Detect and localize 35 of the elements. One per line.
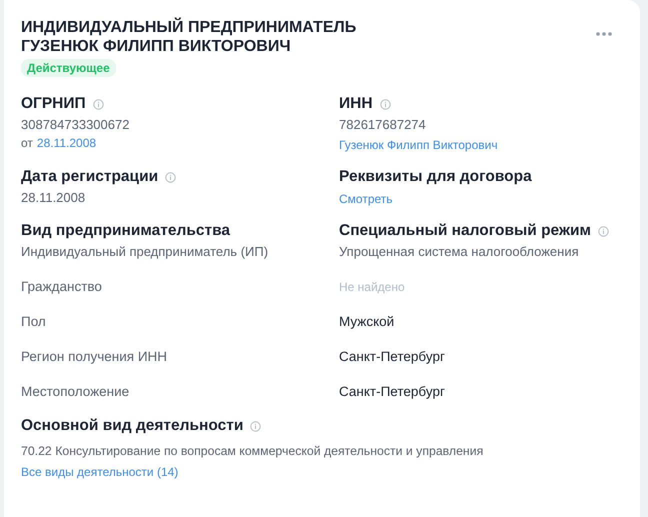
field-heading: ОГРНИП [21, 95, 86, 113]
link[interactable]: Смотреть [339, 192, 393, 206]
field-value: 308784733300672 [21, 117, 130, 132]
field-label: Гражданство [21, 279, 103, 294]
field-heading: ИНН [339, 95, 373, 113]
info-icon[interactable] [165, 172, 176, 182]
field-value: Санкт-Петербург [339, 384, 446, 399]
date-prefix: от [21, 136, 33, 150]
activity-description: 70.22 Консультирование по вопросам коммерческой деятельности и управления Все виды деятельности (14) [21, 443, 484, 481]
field-label: Пол [21, 314, 47, 329]
more-button[interactable] [594, 30, 614, 38]
field-value: Санкт-Петербург [339, 349, 446, 364]
field-value: 782617687274 [339, 117, 427, 132]
company-title: ИНДИВИДУАЛЬНЫЙ ПРЕДПРИНИМАТЕЛЬ [21, 18, 356, 37]
field-heading: Дата регистрации [21, 168, 158, 186]
field-label: Регион получения ИНН [21, 349, 168, 364]
field-heading: Основной вид деятельности [21, 417, 244, 435]
field-heading: Вид предпринимательства [21, 222, 230, 240]
field-value: Упрощенная система налогообложения [339, 244, 580, 259]
field-value: 28.11.2008 [21, 190, 86, 205]
info-icon[interactable] [92, 98, 104, 110]
info-icon[interactable] [598, 226, 609, 236]
field-value: Индивидуальный предприниматель (ИП) [21, 244, 270, 259]
field-heading: Реквизиты для договора [339, 168, 532, 186]
all-activities-link[interactable]: Все виды деятельности (14) [21, 465, 178, 479]
info-icon[interactable] [380, 98, 391, 110]
field-label: Местоположение [21, 384, 130, 399]
link[interactable]: Гузенюк Филипп Викторович [339, 138, 498, 152]
company-title: ГУЗЕНЮК ФИЛИПП ВИКТОРОВИЧ [21, 37, 291, 56]
info-icon[interactable] [250, 420, 262, 432]
date-link[interactable]: 28.11.2008 [36, 136, 96, 150]
field-value: Не найдено [339, 280, 406, 294]
field-value: Мужской [339, 314, 396, 329]
status-badge: Действующее [21, 59, 116, 77]
field-heading: Специальный налоговый режим [339, 222, 591, 240]
